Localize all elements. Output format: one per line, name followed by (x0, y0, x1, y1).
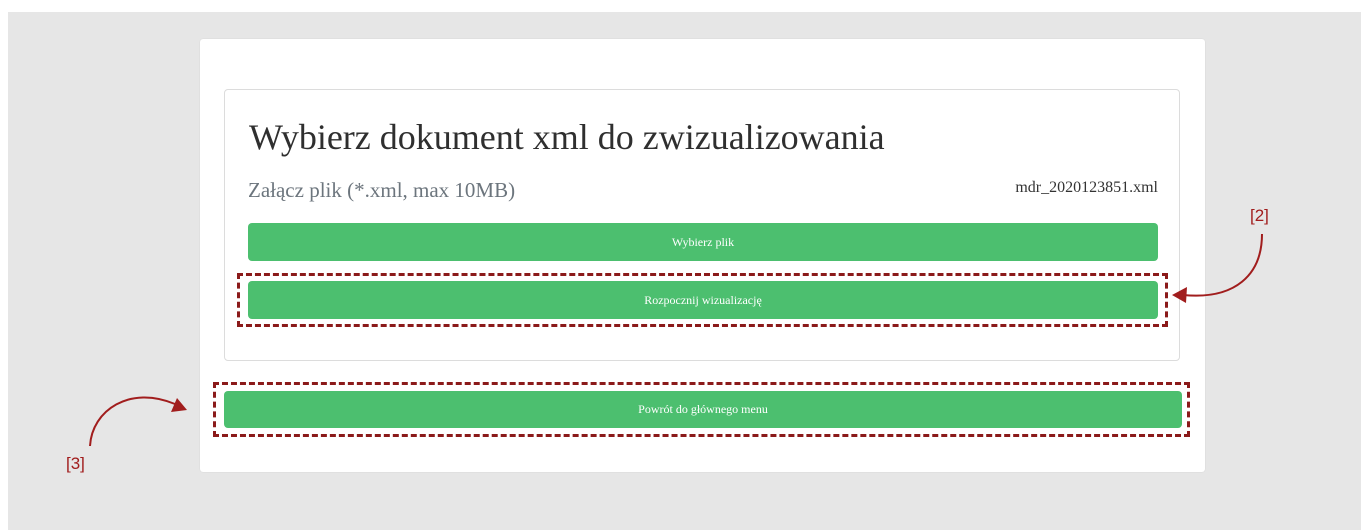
selected-file-name: mdr_2020123851.xml (1015, 179, 1158, 196)
start-visualization-button[interactable]: Rozpocznij wizualizację (248, 281, 1158, 319)
upload-hint: Załącz plik (*.xml, max 10MB) (248, 178, 516, 202)
annotation-label-3: [3] (66, 454, 85, 473)
choose-file-button[interactable]: Wybierz plik (248, 223, 1158, 261)
annotation-label-2: [2] (1250, 206, 1269, 225)
back-to-main-menu-button[interactable]: Powrót do głównego menu (224, 391, 1182, 428)
page-title: Wybierz dokument xml do zwizualizowania (249, 117, 885, 157)
